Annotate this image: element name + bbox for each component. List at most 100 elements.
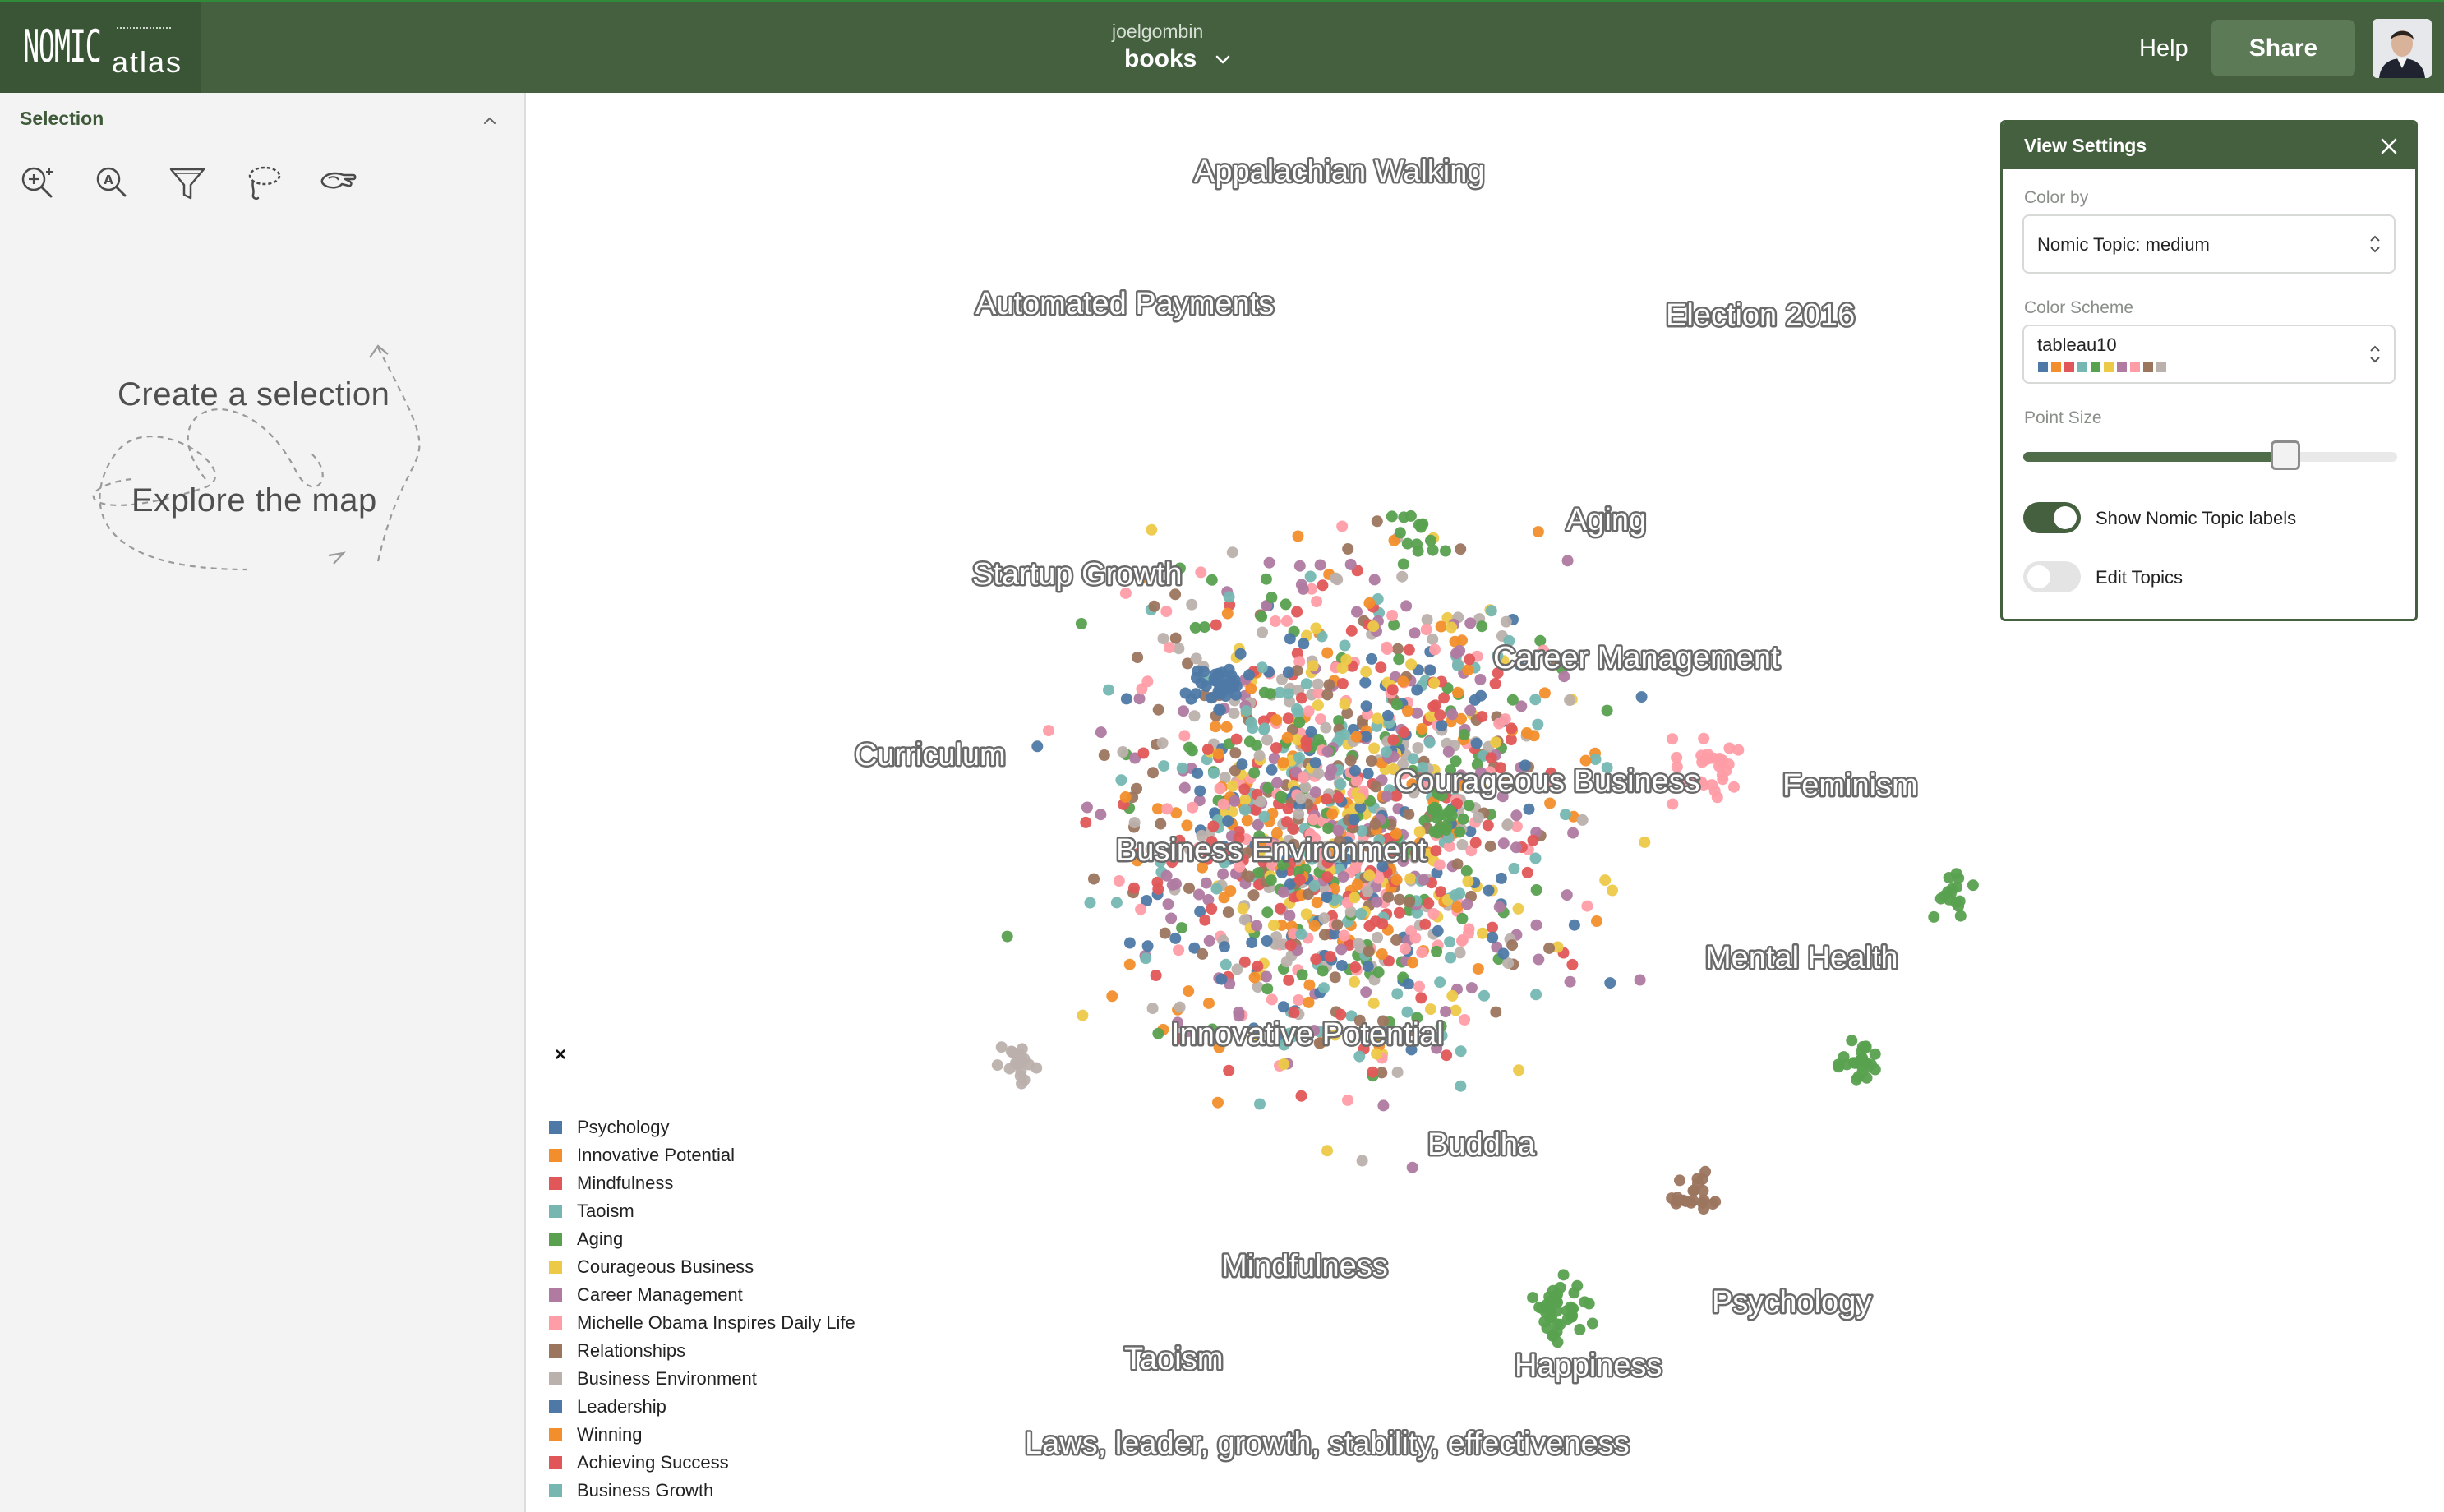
map-point[interactable] [1183,985,1195,998]
map-point[interactable] [1356,1155,1368,1167]
map-point[interactable] [1210,883,1223,895]
map-point[interactable] [1568,919,1580,931]
map-point[interactable] [1549,1291,1561,1303]
map-point[interactable] [1215,973,1228,985]
map-point[interactable] [1493,901,1506,913]
map-point[interactable] [1123,958,1136,970]
map-point[interactable] [1416,947,1428,958]
map-point[interactable] [1366,652,1378,665]
map-point[interactable] [1043,725,1054,737]
map-point[interactable] [1855,1045,1867,1058]
map-point[interactable] [1189,621,1201,634]
map-point[interactable] [1261,983,1274,995]
map-point[interactable] [1263,556,1275,569]
map-point[interactable] [1464,653,1476,666]
map-point[interactable] [1292,530,1304,542]
map-point[interactable] [1392,643,1404,655]
map-point[interactable] [1199,914,1211,926]
map-point[interactable] [1425,534,1436,546]
map-point[interactable] [1003,1063,1016,1075]
map-point[interactable] [1459,1014,1471,1026]
map-point[interactable] [1266,763,1278,776]
map-point[interactable] [1258,686,1270,698]
map-point[interactable] [1329,971,1341,984]
map-point[interactable] [1281,731,1293,744]
map-point[interactable] [1165,912,1178,924]
map-point[interactable] [1274,902,1286,915]
map-point[interactable] [1561,1305,1573,1317]
map-point[interactable] [1115,774,1127,786]
map-point[interactable] [1246,937,1258,949]
map-point[interactable] [1275,791,1287,803]
map-point[interactable] [1342,543,1354,555]
map-point[interactable] [1203,934,1215,947]
map-point[interactable] [1123,937,1136,949]
map-point[interactable] [1367,620,1380,633]
map-point[interactable] [1335,943,1348,956]
map-point[interactable] [1146,523,1158,536]
map-point[interactable] [1223,591,1235,603]
map-point[interactable] [1206,903,1218,915]
map-point[interactable] [1317,965,1329,977]
map-point[interactable] [1210,721,1222,733]
map-point[interactable] [1487,921,1498,933]
color-by-select[interactable]: Nomic Topic: medium [2022,214,2396,274]
map-point[interactable] [1530,884,1542,896]
map-point[interactable] [1407,957,1419,969]
map-point[interactable] [1310,953,1322,966]
map-point[interactable] [1366,755,1377,767]
map-point[interactable] [1529,694,1542,706]
map-point[interactable] [1229,795,1241,807]
project-name[interactable]: books [1124,45,1197,73]
map-point[interactable] [1462,664,1474,676]
map-point[interactable] [1484,840,1496,852]
map-point[interactable] [1194,785,1206,797]
map-point[interactable] [1405,658,1418,671]
map-point[interactable] [1474,674,1487,685]
map-point[interactable] [1084,897,1096,909]
map-point[interactable] [1442,805,1455,818]
map-point[interactable] [1369,915,1381,928]
map-point[interactable] [1312,699,1324,712]
map-point[interactable] [1147,767,1159,779]
map-point[interactable] [1339,639,1351,652]
map-point[interactable] [1360,700,1372,712]
map-point[interactable] [1495,872,1507,884]
map-point[interactable] [1155,818,1167,830]
map-point[interactable] [1293,994,1305,1006]
map-point[interactable] [1832,1058,1844,1071]
map-point[interactable] [1528,730,1540,742]
map-point[interactable] [1512,902,1524,915]
map-point[interactable] [1359,676,1372,689]
map-point[interactable] [1210,619,1222,631]
map-point[interactable] [1475,689,1487,702]
map-point[interactable] [1409,627,1421,639]
map-point[interactable] [1280,956,1293,968]
map-point[interactable] [1386,510,1398,523]
map-point[interactable] [1416,723,1428,735]
map-point[interactable] [1193,888,1205,901]
map-point[interactable] [1282,688,1294,700]
map-point[interactable] [1382,891,1395,903]
map-point[interactable] [1476,620,1488,633]
map-point[interactable] [1258,722,1270,735]
map-point[interactable] [1247,889,1260,901]
legend-item[interactable]: Innovative Potential [549,1142,735,1169]
map-point[interactable] [1490,736,1502,749]
map-point[interactable] [1103,684,1114,696]
map-point[interactable] [1406,1161,1418,1173]
map-point[interactable] [1181,819,1193,832]
map-point[interactable] [1440,1006,1452,1018]
map-point[interactable] [1323,679,1335,691]
map-point[interactable] [1241,814,1253,827]
map-point[interactable] [1297,772,1309,784]
map-point[interactable] [1217,798,1229,810]
map-point[interactable] [1110,897,1123,909]
map-point[interactable] [1307,660,1319,672]
map-point[interactable] [1240,705,1252,717]
map-point[interactable] [1353,938,1365,950]
map-point[interactable] [1344,754,1357,767]
legend-item[interactable]: Leadership [549,1394,666,1420]
map-point[interactable] [1368,574,1381,586]
map-point[interactable] [1212,1096,1224,1109]
